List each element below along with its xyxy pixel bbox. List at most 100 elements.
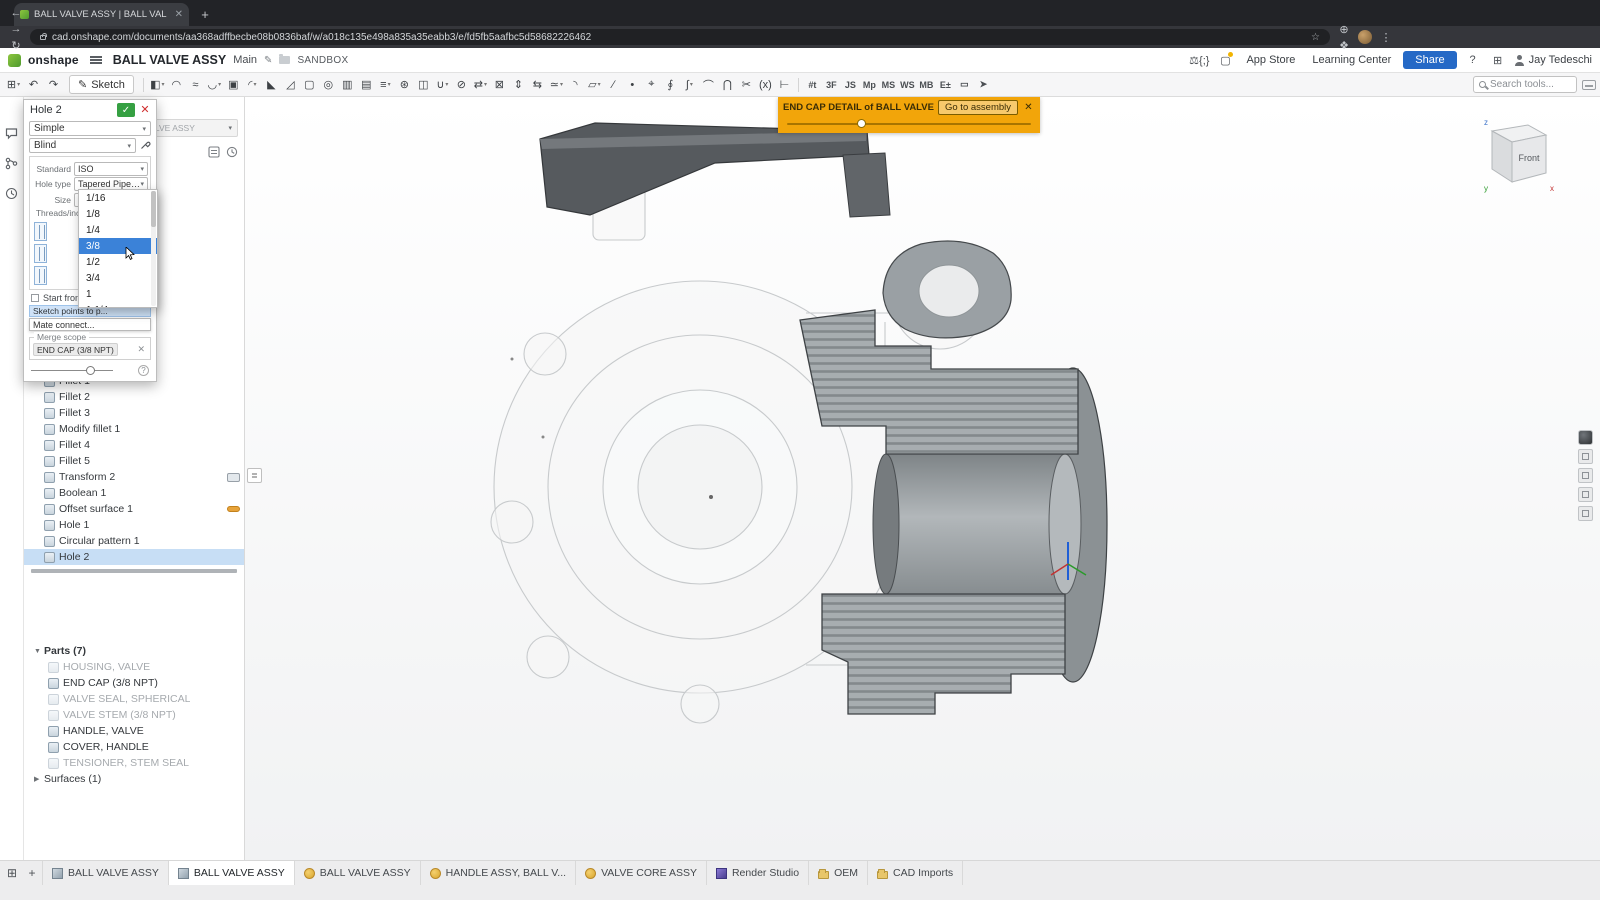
browser-tab[interactable]: BALL VALVE ASSY | BALL VAL ✕	[14, 3, 189, 26]
feature-item[interactable]: Boolean 1	[24, 485, 244, 501]
chevron-right-icon[interactable]: ▶	[34, 775, 44, 783]
eyedropper-icon[interactable]	[140, 139, 151, 153]
shell-icon[interactable]: ▢	[300, 75, 319, 94]
part-item[interactable]: VALVE STEM (3/8 NPT)	[24, 707, 244, 723]
feature-item[interactable]: Fillet 5	[24, 453, 244, 469]
install-app-icon[interactable]: ⊕	[1336, 21, 1352, 37]
isolate-icon[interactable]	[1578, 487, 1593, 502]
document-tab[interactable]: BALL VALVE ASSY	[295, 861, 421, 885]
sweep-icon[interactable]: ≈	[186, 75, 205, 94]
units-icon[interactable]: ⚖	[1189, 55, 1199, 67]
view-cube[interactable]: Front z x y	[1476, 105, 1560, 202]
size-option[interactable]: 1	[79, 286, 157, 302]
rib-icon[interactable]: ▥	[338, 75, 357, 94]
hole-thumbnail[interactable]	[34, 244, 47, 263]
circular-pattern-icon[interactable]: ⊛	[395, 75, 414, 94]
accept-button[interactable]: ✓	[117, 103, 135, 117]
draft-icon[interactable]: ◿	[281, 75, 300, 94]
slider-handle[interactable]	[857, 119, 866, 128]
document-tab[interactable]: OEM	[809, 861, 868, 885]
parts-group[interactable]: ▼ Parts (7)	[24, 643, 244, 659]
split-icon[interactable]: ⊘	[452, 75, 471, 94]
browser-profile-avatar[interactable]	[1358, 30, 1372, 44]
selection-list-button[interactable]: ≣	[247, 468, 262, 483]
feature-item[interactable]: Transform 2	[24, 469, 244, 485]
custom-feature-mp-icon[interactable]: Mp	[860, 75, 879, 94]
loft-icon[interactable]: ◡	[205, 75, 224, 94]
thicken-icon[interactable]: ▣	[224, 75, 243, 94]
reload-icon[interactable]: ↻	[8, 37, 24, 53]
branch-name[interactable]: Main	[233, 54, 257, 66]
section-view-icon[interactable]	[1578, 468, 1593, 483]
tab-manager-icon[interactable]: ⊞	[2, 861, 22, 885]
rename-icon[interactable]: ✎	[264, 55, 272, 66]
remove-chip-icon[interactable]: ✕	[135, 344, 147, 355]
custom-feature-js-icon[interactable]: JS	[841, 75, 860, 94]
part-item[interactable]: TENSIONER, STEM SEAL	[24, 755, 244, 771]
point-icon[interactable]: •	[623, 75, 642, 94]
appearance-icon[interactable]	[1578, 430, 1593, 445]
chevron-down-icon[interactable]: ▼	[34, 648, 44, 655]
part-item[interactable]: HANDLE, VALVE	[24, 723, 244, 739]
tagged-feature-icon[interactable]: #t	[803, 75, 822, 94]
web-icon[interactable]: ▤	[357, 75, 376, 94]
feature-list-options-icon[interactable]	[208, 146, 220, 161]
extrude-icon[interactable]: ◧	[148, 75, 167, 94]
banner-close-icon[interactable]: ✕	[1022, 102, 1035, 113]
tool-search[interactable]	[1473, 76, 1577, 93]
sketch-button[interactable]: ✎ Sketch	[69, 75, 134, 94]
size-option[interactable]: 3/8	[79, 238, 157, 254]
tab-close-icon[interactable]: ✕	[175, 9, 183, 20]
size-option[interactable]: 1 1/4	[79, 302, 157, 308]
cancel-button[interactable]: ✕	[138, 103, 152, 117]
feature-item[interactable]: Hole 2	[24, 549, 244, 565]
axis-icon[interactable]: ∕	[604, 75, 623, 94]
opacity-slider[interactable]	[31, 365, 113, 376]
revolve-icon[interactable]: ◠	[167, 75, 186, 94]
document-tab[interactable]: CAD Imports	[868, 861, 963, 885]
plane-icon[interactable]: ▱	[585, 75, 604, 94]
spline-icon[interactable]: ∫	[680, 75, 699, 94]
feature-item[interactable]: Offset surface 1	[24, 501, 244, 517]
trim-curve-icon[interactable]: ✂	[737, 75, 756, 94]
redo-icon[interactable]: ↷	[44, 75, 63, 94]
document-tab[interactable]: HANDLE ASSY, BALL V...	[421, 861, 576, 885]
document-tab[interactable]: BALL VALVE ASSY	[169, 861, 295, 885]
dropdown-scrollbar[interactable]	[151, 191, 156, 306]
comments-icon[interactable]	[4, 125, 20, 141]
featurescript-icon[interactable]: {;}	[1199, 55, 1209, 67]
part-item[interactable]: COVER, HANDLE	[24, 739, 244, 755]
help-icon[interactable]: ?	[1464, 54, 1482, 66]
hole-thumbnail[interactable]	[34, 222, 47, 241]
add-tab-button[interactable]: +	[22, 861, 42, 885]
tool-search-input[interactable]	[1490, 79, 1571, 90]
start-from-checkbox[interactable]	[31, 294, 39, 302]
hole-thumbnail[interactable]	[34, 266, 47, 285]
feature-item[interactable]: Modify fillet 1	[24, 421, 244, 437]
history-icon[interactable]	[4, 185, 20, 201]
delete-face-icon[interactable]: ⊠	[490, 75, 509, 94]
user-menu[interactable]: Jay Tedeschi	[1514, 54, 1592, 66]
browser-menu-icon[interactable]: ⋮	[1378, 29, 1394, 45]
size-option[interactable]: 1/8	[79, 206, 157, 222]
go-to-assembly-button[interactable]: Go to assembly	[938, 100, 1018, 115]
mate-connector-field[interactable]: Mate connect...	[29, 318, 151, 331]
feature-item[interactable]: Fillet 2	[24, 389, 244, 405]
custom-feature-ms-icon[interactable]: MS	[879, 75, 898, 94]
graphics-area[interactable]: END CAP DETAIL of BALL VALVE ASSY Go to …	[245, 97, 1600, 860]
merge-scope-chip[interactable]: END CAP (3/8 NPT)	[33, 343, 118, 356]
document-tab[interactable]: VALVE CORE ASSY	[576, 861, 707, 885]
custom-feature-mb-icon[interactable]: MB	[917, 75, 936, 94]
fillet-icon[interactable]: ◜	[243, 75, 262, 94]
variable-icon[interactable]: (x)	[756, 75, 775, 94]
rollback-history-icon[interactable]	[226, 146, 238, 161]
hole-style-select[interactable]: Simple ▾	[29, 121, 151, 136]
document-tab[interactable]: BALL VALVE ASSY	[42, 861, 169, 885]
intersection-curve-icon[interactable]: ⋂	[718, 75, 737, 94]
feature-item[interactable]: Hole 1	[24, 517, 244, 533]
linear-pattern-icon[interactable]: ≡	[376, 75, 395, 94]
help-icon[interactable]: ?	[138, 365, 149, 376]
app-grid-icon[interactable]: ⊞	[1489, 54, 1507, 67]
named-views-icon[interactable]	[1578, 506, 1593, 521]
move-face-icon[interactable]: ⇕	[509, 75, 528, 94]
